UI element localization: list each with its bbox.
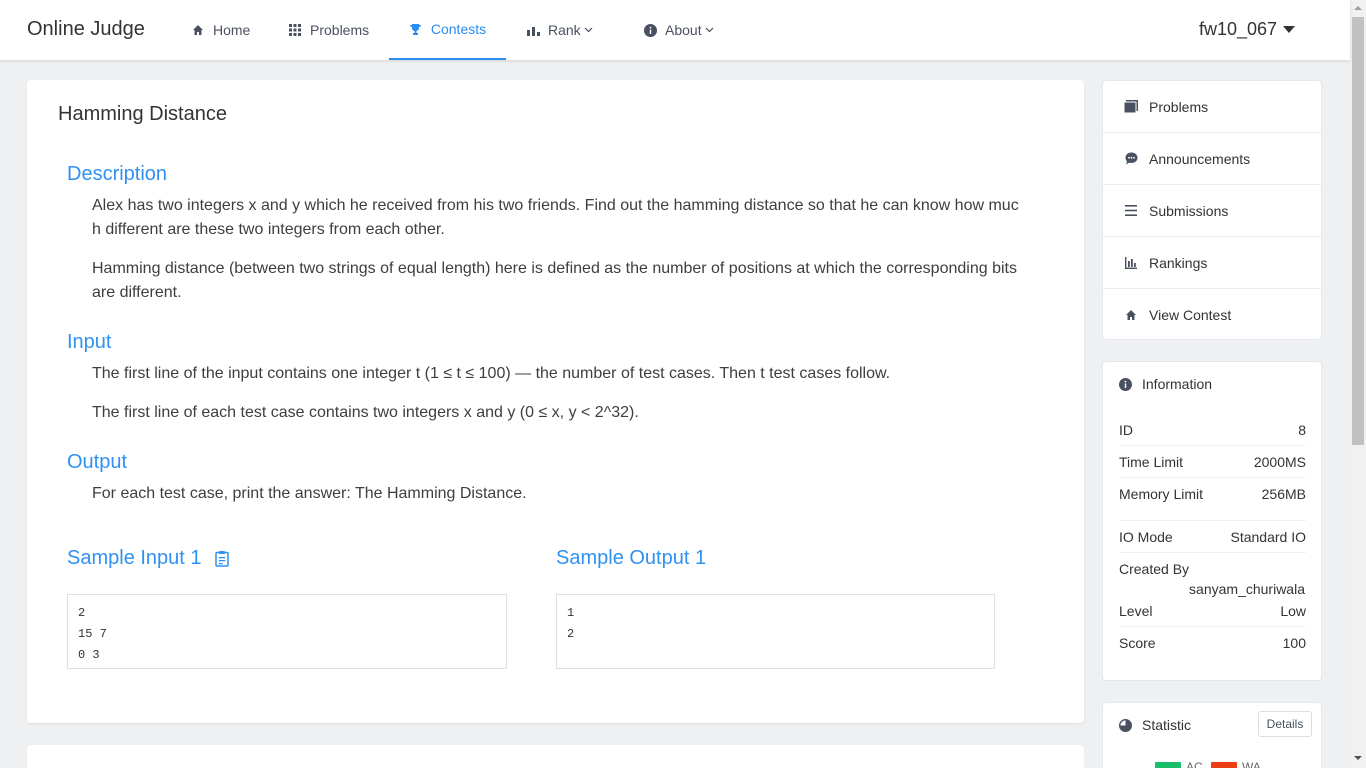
site-logo[interactable]: Online Judge [27,18,145,41]
info-row-id: ID 8 [1119,414,1306,446]
menu-item-label: Rankings [1149,254,1208,271]
legend-label: WA [1242,760,1261,768]
menu-item-label: View Contest [1149,307,1232,323]
clipboard-icon[interactable] [214,550,229,567]
legend-item-ac[interactable]: AC [1155,760,1203,768]
info-row-io-mode: IO Mode Standard IO [1119,521,1306,553]
problem-title: Hamming Distance [58,103,227,125]
menu-item-announcements[interactable]: Announcements [1103,133,1321,185]
details-button[interactable]: Details [1258,711,1312,737]
bar-chart-icon [526,23,540,37]
legend-item-wa[interactable]: WA [1211,760,1261,768]
information-title: Information [1142,376,1213,392]
problem-card: Hamming Distance Description Alex has tw… [27,80,1084,723]
sample-input-line: 0 3 [78,648,100,662]
sample-output-heading: Sample Output 1 [556,547,706,570]
sample-input-box[interactable]: 2 15 7 0 3 [67,594,507,669]
statistic-heading: Statistic [1119,717,1191,733]
home-icon [191,23,205,37]
info-value: 8 [1298,421,1306,438]
statistic-title: Statistic [1142,717,1192,733]
wa-swatch [1211,762,1237,768]
sample-output-title: Sample Output 1 [556,547,707,569]
sample-input-line: 2 [78,606,86,620]
info-value: 256MB [1261,485,1306,502]
nav-about[interactable]: About [643,0,714,60]
info-icon [1119,377,1132,391]
user-menu[interactable]: fw10_067 [1199,19,1296,40]
nav-problems-label: Problems [310,22,370,38]
caret-down-icon [1283,26,1296,33]
sample-output-line: 2 [567,627,575,641]
info-label: IO Mode [1119,528,1173,545]
info-label: Time Limit [1119,453,1184,470]
output-heading: Output [67,451,128,473]
chat-icon [1123,152,1139,166]
information-heading: Information [1119,376,1212,392]
page-scrollbar[interactable] [1350,0,1366,768]
nav-contests[interactable]: Contests [389,0,506,60]
chevron-down-icon [584,25,593,36]
nav-problems[interactable]: Problems [288,0,369,60]
info-label: Created By [1119,561,1190,577]
statistic-card: Statistic Details AC WA [1102,702,1322,768]
info-label: ID [1119,421,1133,438]
contest-side-menu: Problems Announcements Submissions Ranki… [1102,80,1322,340]
nav-home-label: Home [213,22,251,38]
sample-input-line: 15 7 [78,627,107,641]
menu-item-label: Announcements [1149,150,1251,167]
username: fw10_067 [1199,19,1278,39]
nav-home[interactable]: Home [191,0,250,60]
description-paragraph: Alex has two integers x and y which he r… [92,197,1019,238]
scroll-up-icon[interactable] [1354,6,1362,10]
menu-item-label: Submissions [1149,202,1229,219]
list-icon [1123,204,1139,218]
ac-swatch [1155,762,1181,768]
info-row-score: Score 100 [1119,627,1306,659]
description-paragraph: Hamming distance (between two strings of… [92,260,1017,301]
sample-input-heading: Sample Input 1 [67,547,229,570]
output-paragraph: For each test case, print the answer: Th… [92,485,527,502]
sample-output-line: 1 [567,606,575,620]
home-icon [1123,308,1139,322]
menu-item-label: Problems [1149,98,1209,115]
top-navbar: Online Judge Home Problems Contests Rank [0,0,1350,60]
info-label: Level [1119,602,1153,619]
menu-item-view-contest[interactable]: View Contest [1103,289,1321,341]
legend-label: AC [1186,760,1203,768]
nav-about-label: About [665,22,702,38]
info-value: Standard IO [1230,528,1307,545]
info-value: 2000MS [1253,453,1306,470]
info-label: Score [1119,635,1156,651]
info-value: 100 [1282,635,1306,651]
input-paragraph: The first line of the input contains one… [92,365,891,382]
info-row-memory-limit: Memory Limit 256MB [1119,478,1306,521]
sample-output-box[interactable]: 1 2 [556,594,995,669]
scrollbar-thumb[interactable] [1352,17,1364,445]
problems-icon [1123,100,1139,114]
menu-item-problems[interactable]: Problems [1103,81,1321,133]
bar-chart-icon [1123,256,1139,270]
submission-card [27,745,1084,768]
input-heading: Input [67,331,112,353]
chevron-down-icon [705,25,714,36]
info-value: Low [1280,602,1306,619]
information-card: Information ID 8 Time Limit 2000MS Memor… [1102,361,1322,681]
info-icon [643,23,657,37]
info-row-time-limit: Time Limit 2000MS [1119,446,1306,478]
nav-rank-label: Rank [548,22,581,38]
input-paragraph: The first line of each test case contain… [92,404,639,421]
nav-contests-label: Contests [430,21,487,37]
pie-chart-icon [1119,718,1132,732]
scroll-down-icon[interactable] [1354,756,1362,760]
menu-item-rankings[interactable]: Rankings [1103,237,1321,289]
trophy-icon [409,22,423,36]
sample-input-title: Sample Input 1 [67,547,202,569]
info-label: Memory Limit [1119,485,1204,502]
info-row-level: Level Low [1119,595,1306,627]
menu-item-submissions[interactable]: Submissions [1103,185,1321,237]
nav-rank[interactable]: Rank [526,0,593,60]
description-heading: Description [67,163,168,185]
grid-icon [288,23,302,37]
